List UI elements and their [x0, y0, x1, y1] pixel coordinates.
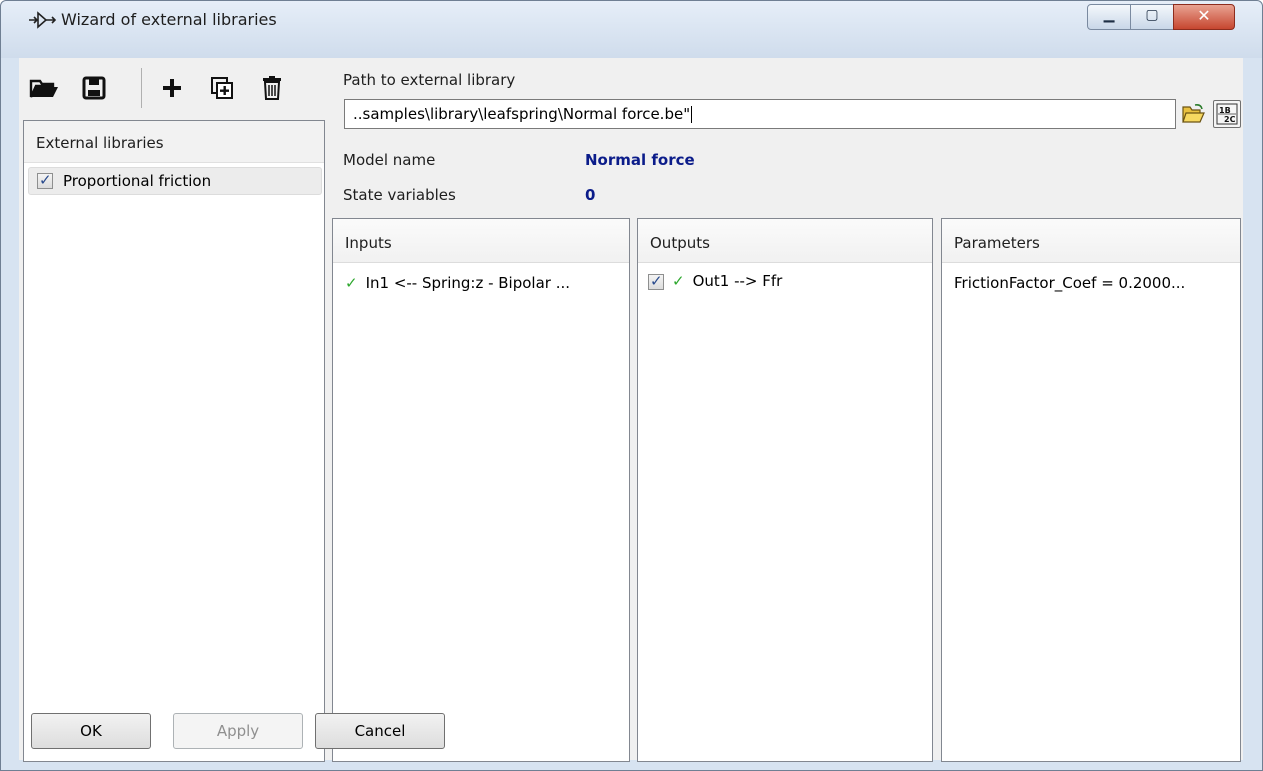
window-title: Wizard of external libraries: [61, 10, 277, 29]
close-icon: ✕: [1197, 6, 1211, 25]
cancel-button[interactable]: Cancel: [315, 713, 445, 749]
save-button[interactable]: [77, 71, 111, 105]
add-copy-button[interactable]: [205, 71, 239, 105]
parameters-list: Parameters FrictionFactor_Coef = 0.2000.…: [941, 218, 1241, 762]
checkmark-icon: ✓: [650, 271, 663, 290]
wizard-window: Wizard of external libraries ▁ ▢ ✕ Exter…: [0, 0, 1263, 771]
parameter-text: FrictionFactor_Coef = 0.2000...: [954, 274, 1186, 292]
path-label: Path to external library: [343, 71, 516, 89]
apply-button[interactable]: Apply: [173, 713, 303, 749]
open-folder-icon: [1182, 104, 1205, 123]
output-mapping-text: Out1 --> Ffr: [692, 272, 783, 290]
inputs-list: Inputs ✓ In1 <-- Spring:z - Bipolar ...: [332, 218, 630, 762]
ok-check-icon: ✓: [345, 274, 358, 292]
arrow-wizard-icon: [29, 11, 57, 29]
output-checkbox[interactable]: ✓: [648, 271, 664, 290]
state-variables-value: 0: [585, 186, 596, 204]
maximize-icon: ▢: [1145, 7, 1159, 23]
configure-button[interactable]: 1B 2C: [1213, 100, 1241, 128]
model-name-value: Normal force: [585, 151, 695, 169]
list-item-input[interactable]: ✓ In1 <-- Spring:z - Bipolar ...: [345, 274, 570, 292]
list-item-library[interactable]: ✓ Proportional friction: [28, 167, 322, 195]
library-label: Proportional friction: [63, 172, 212, 190]
libraries-header: External libraries: [24, 121, 324, 163]
close-button[interactable]: ✕: [1173, 4, 1235, 30]
add-button[interactable]: [155, 71, 189, 105]
browse-folder-button[interactable]: [1179, 100, 1207, 128]
ok-check-icon: ✓: [672, 272, 685, 290]
delete-button[interactable]: [255, 71, 289, 105]
add-icon: [163, 79, 181, 97]
configure-icon: 1B 2C: [1216, 103, 1238, 125]
state-variables-label: State variables: [343, 186, 456, 204]
open-folder-button[interactable]: [27, 71, 61, 105]
outputs-list: Outputs ✓ ✓ Out1 --> Ffr: [637, 218, 933, 762]
path-value: ..samples\library\leafspring\Normal forc…: [353, 105, 691, 123]
model-name-label: Model name: [343, 151, 436, 169]
checkmark-icon: ✓: [39, 171, 52, 189]
svg-text:2C: 2C: [1224, 115, 1236, 124]
outputs-header: Outputs: [638, 219, 932, 263]
maximize-button[interactable]: ▢: [1130, 4, 1174, 30]
save-icon: [82, 76, 106, 100]
libraries-list: External libraries ✓ Proportional fricti…: [23, 120, 325, 762]
parameters-header: Parameters: [942, 219, 1240, 263]
text-caret: [691, 106, 693, 123]
list-item-parameter[interactable]: FrictionFactor_Coef = 0.2000...: [954, 274, 1185, 292]
library-toolbar: [19, 58, 325, 118]
list-item-output[interactable]: ✓ ✓ Out1 --> Ffr: [648, 272, 782, 290]
minimize-icon: ▁: [1103, 7, 1115, 23]
title-bar: Wizard of external libraries ▁ ▢ ✕: [1, 1, 1262, 58]
path-input[interactable]: ..samples\library\leafspring\Normal forc…: [344, 99, 1176, 129]
input-mapping-text: In1 <-- Spring:z - Bipolar ...: [365, 274, 571, 292]
ok-button[interactable]: OK: [31, 713, 151, 749]
add-copy-icon: [211, 77, 233, 99]
minimize-button[interactable]: ▁: [1087, 4, 1131, 30]
client-area: External libraries ✓ Proportional fricti…: [19, 58, 1243, 762]
library-checkbox[interactable]: ✓: [37, 171, 53, 189]
inputs-header: Inputs: [333, 219, 629, 263]
delete-icon: [263, 76, 281, 100]
toolbar-separator: [141, 68, 142, 108]
open-folder-icon: [29, 79, 58, 98]
